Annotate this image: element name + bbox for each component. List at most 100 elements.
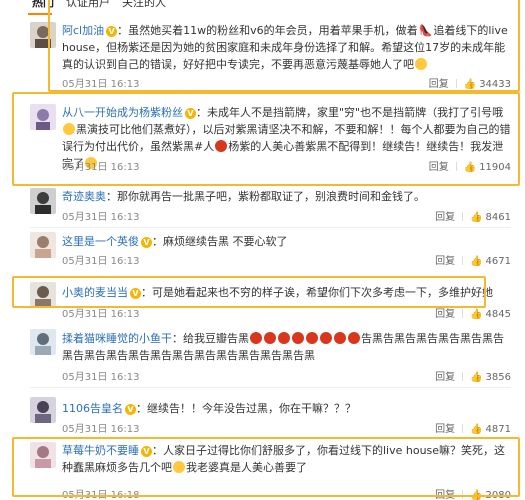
thumbs-up-icon: 👍	[470, 490, 483, 500]
thumbs-up-icon: 👍	[470, 309, 483, 320]
comment-meta: 05月31日 16:13 回复 👍 11904	[62, 158, 511, 173]
comment-actions: 回复 👍 4871	[435, 420, 511, 435]
comment-actions: 回复 👍 4845	[435, 305, 511, 320]
avatar[interactable]	[30, 442, 56, 468]
like-button[interactable]: 👍 2080	[470, 490, 511, 500]
comment-text-part: ：未成年人不是挡箭牌，家里"穷"也不是挡箭牌（我打了引号哦	[196, 106, 504, 119]
divider	[462, 490, 464, 499]
reply-button[interactable]: 回复	[435, 368, 455, 383]
divider	[30, 227, 511, 228]
comment-username[interactable]: 小奥的麦当当	[62, 286, 128, 299]
avatar[interactable]	[30, 104, 56, 130]
thumbs-up-icon: 👍	[470, 372, 483, 383]
comment-text-part: ：给我豆瓣告黑	[172, 332, 249, 345]
reply-button[interactable]: 回复	[429, 75, 449, 90]
reply-button[interactable]: 回复	[435, 486, 455, 500]
reply-button[interactable]: 回复	[435, 420, 455, 435]
comment-date: 05月31日 16:13	[62, 309, 140, 320]
thumbs-icon	[173, 461, 185, 473]
avatar[interactable]	[30, 188, 56, 214]
comment-tabs: 热门 认证用户 关注的人	[0, 0, 525, 16]
comment-text-part: ：可是她看起来也不穷的样子诶，希望你们下次多考虑一下，多维护好她	[141, 286, 493, 299]
comment-meta: 05月31日 16:13 回复 👍 8461	[62, 208, 511, 223]
angry-icon	[334, 332, 346, 344]
thumbs-up-icon: 👍	[463, 79, 477, 90]
avatar[interactable]	[30, 282, 56, 308]
reply-button[interactable]: 回复	[435, 305, 455, 320]
comment-meta: 05月31日 16:13 回复 👍 3856	[62, 368, 511, 383]
divider	[30, 387, 511, 388]
like-button[interactable]: 👍 4871	[470, 424, 511, 435]
like-count: 11904	[479, 162, 511, 173]
verified-badge-icon: V	[185, 108, 196, 119]
comment-username[interactable]: 揉着猫咪睡觉的小鱼干	[62, 332, 172, 345]
divider	[462, 212, 464, 221]
verified-badge-icon: V	[106, 26, 118, 37]
verified-badge-icon: V	[125, 404, 136, 415]
comment-actions: 回复 👍 8461	[435, 208, 511, 223]
like-button[interactable]: 👍 4671	[470, 256, 511, 267]
comment-text: 奇迹奥奥：那你就再告一批黑子吧，紫粉都取证了，别浪费时间和金钱了。	[62, 188, 511, 205]
avatar[interactable]	[30, 232, 56, 258]
divider	[455, 79, 457, 88]
angry-icon	[278, 332, 290, 344]
comment-username[interactable]: 从八一开始成为杨紫粉丝	[62, 106, 183, 119]
comment-meta: 05月31日 16:13 回复 👍 4671	[62, 252, 511, 267]
comment-actions: 回复 👍 4671	[435, 252, 511, 267]
comment-text: 小奥的麦当当 V ：可是她看起来也不穷的样子诶，希望你们下次多考虑一下，多维护好她	[62, 284, 511, 301]
comment-username[interactable]: 奇迹奥奥	[62, 190, 106, 203]
comment-username[interactable]: 这里是一个英俊	[62, 235, 139, 248]
comment-text: 1106告皇名 V ：继续告！！今年没告过黑，你在干嘛？？？	[62, 400, 511, 417]
comment-username[interactable]: 1106告皇名	[62, 402, 123, 415]
comment-date: 05月31日 16:13	[62, 79, 140, 90]
smile-icon	[63, 123, 75, 135]
reply-button[interactable]: 回复	[435, 252, 455, 267]
avatar[interactable]	[30, 397, 56, 423]
like-count: 2080	[485, 490, 511, 500]
angry-icon	[250, 332, 262, 344]
angry-icon	[215, 140, 228, 152]
verified-badge-icon: V	[141, 446, 152, 457]
comment-text-part: ：虽然她买着11w的粉丝和v6的年会员，用着苹果手机，做着	[117, 24, 418, 37]
like-button[interactable]: 👍 3856	[470, 372, 511, 383]
comment-actions: 回复 👍 2080	[435, 486, 511, 500]
comment-meta: 05月31日 16:13 回复 👍 34433	[62, 75, 511, 90]
divider	[462, 256, 464, 265]
divider	[455, 162, 457, 171]
comment-date: 05月31日 16:13	[62, 424, 140, 435]
shoe-icon: 👠	[418, 24, 433, 37]
angry-icon	[320, 332, 332, 344]
like-button[interactable]: 👍 34433	[464, 79, 511, 90]
like-button[interactable]: 👍 11904	[464, 162, 511, 173]
tab-following[interactable]: 关注的人	[122, 0, 166, 10]
tab-verified[interactable]: 认证用户	[66, 0, 110, 10]
angry-icon	[264, 332, 276, 344]
angry-icon	[306, 332, 318, 344]
comment-text-part: ：那你就再告一批黑子吧，紫粉都取证了，别浪费时间和金钱了。	[106, 190, 425, 203]
verified-badge-icon: V	[130, 288, 141, 299]
comment-username[interactable]: 草莓牛奶不要睡	[62, 444, 139, 457]
comment-actions: 回复 👍 11904	[429, 158, 511, 173]
comment-date: 05月31日 16:13	[62, 256, 140, 267]
like-button[interactable]: 👍 8461	[470, 212, 511, 223]
reply-button[interactable]: 回复	[435, 208, 455, 223]
comment-date: 05月31日 16:18	[62, 490, 140, 500]
comment-meta: 05月31日 16:13 回复 👍 4871	[62, 420, 511, 435]
thumbs-up-icon: 👍	[470, 256, 483, 267]
comment-date: 05月31日 16:13	[62, 162, 140, 173]
comment-meta: 05月31日 16:18 回复 👍 2080	[62, 486, 511, 500]
angry-icon	[348, 332, 360, 344]
avatar[interactable]	[30, 329, 56, 355]
like-button[interactable]: 👍 4845	[470, 309, 511, 320]
comment-text: 草莓牛奶不要睡 V ：人家日子过得比你们舒服多了，你看过线下的live house嘛…	[62, 442, 511, 476]
like-count: 34433	[479, 79, 511, 90]
comment-username[interactable]: 阿cl加油	[62, 24, 104, 37]
avatar[interactable]	[30, 22, 56, 48]
comment-text-part: 我老婆真是人美心善要了	[186, 461, 307, 474]
divider	[462, 372, 464, 381]
pray-icon	[415, 58, 427, 70]
comment-date: 05月31日 16:13	[62, 212, 140, 223]
tab-hot[interactable]: 热门	[32, 0, 54, 10]
angry-icon	[292, 332, 304, 344]
reply-button[interactable]: 回复	[429, 158, 449, 173]
